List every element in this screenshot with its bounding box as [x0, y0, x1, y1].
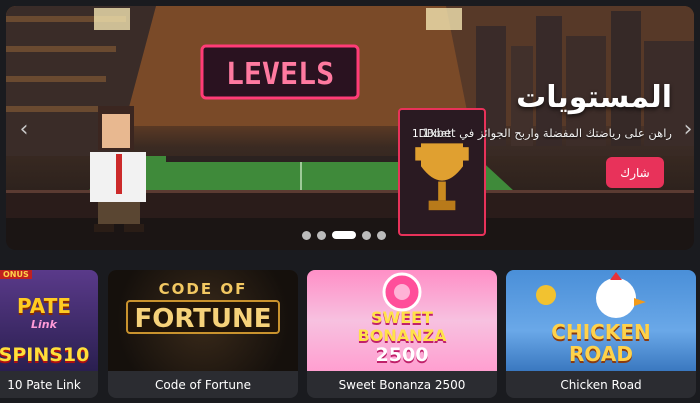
game-thumbnail: ONUS PATE Link SPINS10 — [0, 270, 98, 371]
game-art-fortune: FORTUNE — [126, 300, 280, 334]
carousel-dot[interactable] — [317, 230, 326, 240]
game-name: Code of Fortune — [155, 378, 251, 392]
game-art-title: CODE OF — [158, 280, 248, 298]
game-art-title: CHICKEN — [551, 320, 651, 344]
carousel-dot-active[interactable] — [332, 231, 356, 239]
promo-banner[interactable]: LEVELS 1DBbet المستويات راهن على رياضتك … — [6, 6, 694, 250]
carousel-dot[interactable] — [362, 230, 371, 240]
game-art-number: 2500 — [375, 344, 429, 366]
share-button[interactable]: شارك — [606, 157, 664, 188]
game-name: Sweet Bonanza 2500 — [338, 378, 466, 392]
game-card-pate-link[interactable]: ONUS PATE Link SPINS10 10 Pate Link — [0, 270, 98, 398]
chevron-right-icon[interactable]: › — [678, 118, 694, 142]
game-thumbnail: CODE OF FORTUNE — [108, 270, 298, 371]
game-art-subtitle: Link — [31, 318, 57, 331]
levels-sign-text: LEVELS — [226, 57, 334, 92]
game-card-sweet-bonanza[interactable]: SWEET BONANZA 2500 Sweet Bonanza 2500 — [307, 270, 497, 398]
banner-title: المستويات — [516, 80, 672, 115]
game-card-chicken-road[interactable]: CHICKEN ROAD Chicken Road — [506, 270, 696, 398]
game-art-road: ROAD — [569, 342, 633, 366]
levels-neon-sign: LEVELS — [200, 44, 360, 100]
carousel-dots — [302, 230, 386, 240]
chevron-left-icon[interactable]: ‹ — [14, 118, 34, 142]
game-art-title: PATE — [16, 294, 72, 318]
game-art-mid: BONANZA — [357, 326, 447, 345]
banner-subtitle: راهن على رياضتك المفضلة واربح الجوائز في… — [422, 126, 672, 140]
game-name: Chicken Road — [560, 378, 642, 392]
game-thumbnail: CHICKEN ROAD — [506, 270, 696, 371]
game-list: ONUS PATE Link SPINS10 10 Pate Link CODE… — [0, 270, 700, 400]
game-art-title: SWEET — [371, 308, 433, 327]
carousel-dot[interactable] — [377, 230, 386, 240]
game-thumbnail: SWEET BONANZA 2500 — [307, 270, 497, 371]
casino-page: LEVELS 1DBbet المستويات راهن على رياضتك … — [0, 0, 700, 403]
bonus-badge: ONUS — [0, 270, 32, 279]
game-name: 10 Pate Link — [7, 378, 81, 392]
carousel-dot[interactable] — [302, 230, 311, 240]
game-art-spins: SPINS10 — [0, 344, 90, 366]
game-card-code-of-fortune[interactable]: CODE OF FORTUNE Code of Fortune — [108, 270, 298, 398]
